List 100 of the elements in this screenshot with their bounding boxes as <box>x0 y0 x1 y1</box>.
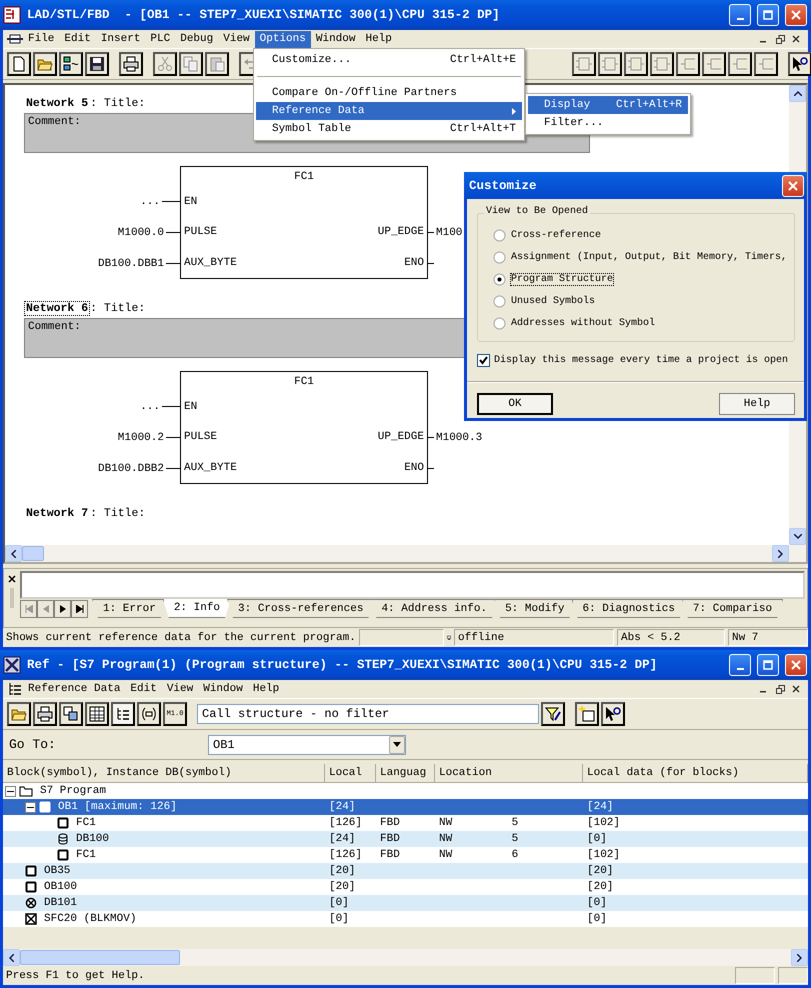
branch-icon <box>680 56 696 72</box>
minimize-button[interactable] <box>729 654 751 676</box>
scissors-button[interactable] <box>153 52 177 76</box>
scroll-up-button[interactable] <box>789 85 806 102</box>
maximize-button[interactable] <box>757 654 779 676</box>
scroll-thumb[interactable] <box>22 546 44 561</box>
logic-box-icon <box>602 56 618 72</box>
filter-button[interactable] <box>541 702 565 726</box>
table-row[interactable]: OB35 [20] [20] <box>3 863 808 879</box>
folder-button[interactable] <box>7 702 31 726</box>
menu-item[interactable]: Options <box>254 30 311 48</box>
logic-box-button[interactable] <box>650 52 674 76</box>
menu-item[interactable]: Display Ctrl+Alt+R <box>528 96 688 114</box>
menu-item[interactable]: Symbol Table Ctrl+Alt+T <box>256 120 522 138</box>
horizontal-scrollbar[interactable] <box>3 949 808 966</box>
tab[interactable]: 7: Compariso <box>682 599 784 618</box>
radio-icon <box>493 316 506 330</box>
menu-item[interactable]: Reference Data <box>23 680 126 698</box>
maximize-button[interactable] <box>757 4 779 26</box>
menu-item[interactable]: Reference Data <box>256 102 522 120</box>
network-label: Network 6 <box>24 300 90 316</box>
collapse-button[interactable] <box>25 802 36 812</box>
column-header[interactable]: Local <box>325 764 376 783</box>
logic-box-button[interactable] <box>598 52 622 76</box>
folder-button[interactable] <box>33 52 57 76</box>
menu-item[interactable]: Edit <box>125 680 162 698</box>
menu-item[interactable]: View <box>162 680 198 698</box>
first-tab-button[interactable] <box>20 600 37 618</box>
dialog-button[interactable]: OK <box>477 393 553 415</box>
status-panel <box>778 967 808 984</box>
help-button[interactable] <box>601 702 625 726</box>
tab[interactable]: 2: Info <box>162 599 232 618</box>
menu-item[interactable]: Insert <box>96 30 146 48</box>
close-icon <box>792 35 800 43</box>
table-cell-text: [102] <box>586 816 622 831</box>
minimize-button[interactable] <box>729 4 751 26</box>
column-header[interactable]: Languag <box>376 764 435 783</box>
printer-button[interactable] <box>33 702 57 726</box>
window-title: Ref - [S7 Program(1) (Program structure) -- STEP7_XUEXI\SIMATIC 300(1)\CPU 315-2 DP] <box>27 658 658 672</box>
floppy-disk-button[interactable] <box>85 52 109 76</box>
scroll-left-button[interactable] <box>3 949 20 966</box>
menu-item[interactable]: Debug <box>175 30 218 48</box>
logic-box-button[interactable] <box>624 52 648 76</box>
radio-button[interactable]: Assignment (Input, Output, Bit Memory, Timers, <box>493 246 794 268</box>
help-button[interactable] <box>788 52 811 76</box>
menu-item[interactable]: Window <box>310 30 360 48</box>
goto-dropdown[interactable]: OB1 <box>208 734 406 754</box>
pin-label: ENO <box>404 256 424 269</box>
menu-item[interactable]: Edit <box>59 30 96 48</box>
next-tab-button[interactable] <box>54 600 71 618</box>
table-row[interactable]: DB101 [0] [0] <box>3 895 808 911</box>
column-header[interactable]: Local data (for blocks) <box>583 764 808 783</box>
menu-item[interactable]: Compare On-/Offline Partners <box>256 84 522 102</box>
branch-button[interactable] <box>702 52 726 76</box>
column-header[interactable]: Location <box>435 764 583 783</box>
tree-view-button[interactable] <box>111 702 135 726</box>
menu-item[interactable]: View <box>218 30 255 48</box>
menu-item[interactable]: Window <box>198 680 248 698</box>
filter-field[interactable]: Call structure - no filter <box>197 704 539 724</box>
horizontal-scrollbar[interactable] <box>5 545 806 562</box>
radio-icon <box>493 294 506 308</box>
printer-button[interactable] <box>119 52 143 76</box>
menu-item[interactable]: PLC <box>145 30 176 48</box>
column-header[interactable]: Block(symbol), Instance DB(symbol) <box>3 764 325 783</box>
table-button[interactable] <box>85 702 109 726</box>
menu-item[interactable]: Help <box>248 680 284 698</box>
radio-button[interactable]: Program Structure <box>493 268 794 290</box>
scroll-down-button[interactable] <box>789 528 806 545</box>
radio-button[interactable]: Unused Symbols <box>493 290 794 312</box>
radio-button[interactable]: Cross-reference <box>493 224 794 246</box>
menu-item[interactable]: Help <box>360 30 397 48</box>
scroll-right-button[interactable] <box>772 545 789 562</box>
collapse-button[interactable] <box>5 786 16 796</box>
menu-item[interactable]: File <box>23 30 60 48</box>
menu-item[interactable]: Filter... <box>528 114 688 132</box>
scroll-left-button[interactable] <box>5 545 22 562</box>
branch-button[interactable] <box>676 52 700 76</box>
block-icon <box>39 801 51 813</box>
windows-button[interactable] <box>59 702 83 726</box>
scroll-right-button[interactable] <box>791 949 808 966</box>
scroll-thumb[interactable] <box>20 950 180 965</box>
table-row[interactable]: OB1 [maximum: 126] [24] [24] <box>3 799 808 815</box>
branch-button[interactable] <box>754 52 778 76</box>
last-tab-button[interactable] <box>71 600 88 618</box>
copy-button[interactable] <box>179 52 203 76</box>
table-cell-text: [24] <box>328 832 356 847</box>
branch-button[interactable] <box>728 52 752 76</box>
logic-box-button[interactable] <box>572 52 596 76</box>
document-button[interactable] <box>7 52 31 76</box>
clipboard-button[interactable] <box>205 52 229 76</box>
brackets-button[interactable] <box>137 702 161 726</box>
pin-label: PULSE <box>184 226 218 238</box>
dialog-button[interactable]: Help <box>719 393 795 415</box>
table-cell-text: [20] <box>328 864 356 879</box>
menu-item[interactable]: Customize... Ctrl+Alt+E <box>256 51 522 69</box>
status-message: Shows current reference data for the current program. <box>5 632 356 644</box>
copy-icon <box>183 56 199 72</box>
new-window-button[interactable] <box>575 702 599 726</box>
network-button[interactable] <box>59 52 83 76</box>
table-row[interactable]: DB100 [24] FBD NW 5 [0] <box>3 831 808 847</box>
